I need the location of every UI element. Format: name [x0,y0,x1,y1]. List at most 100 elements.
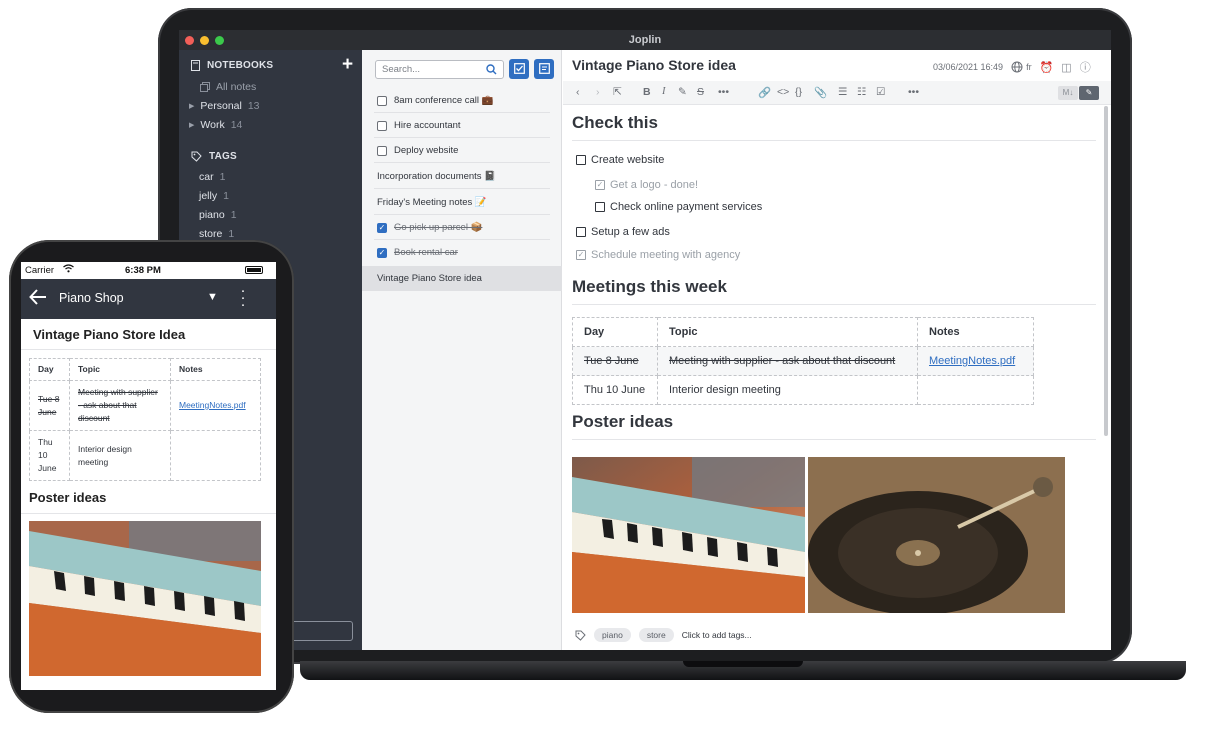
sidebar-item-work[interactable]: ▶ Work 14 [189,119,242,131]
table-row: Thu 10 June Interior design meeting [29,430,261,481]
sidebar-tag-piano[interactable]: piano 1 [199,209,237,221]
language-selector[interactable]: fr [1011,61,1032,73]
table-cell: Thu 10 June [572,375,658,405]
task-label: Schedule meeting with agency [591,249,741,261]
task-label: Check online payment services [610,201,763,213]
stage: Joplin NOTEBOOKS + All notes ▶ Personal … [0,0,1205,734]
todo-checkbox-checked[interactable]: ✓ [377,222,387,233]
note-list-item[interactable]: Incorporation documents 📓 [362,164,562,189]
external-link-icon[interactable]: ⇱ [613,86,622,98]
editor-toolbar: ‹ › ⇱ B I ✎ S ••• 🔗 <> {} 📎 ☰ ☷ ☑ ••• M↓… [563,81,1111,105]
attachment-link[interactable]: MeetingNotes.pdf [179,400,246,410]
attachment-icon[interactable]: 📎 [814,86,827,99]
todo-checkbox[interactable] [377,145,387,156]
task-checkbox[interactable] [595,202,605,212]
highlight-icon[interactable]: ✎ [678,86,687,98]
forward-icon[interactable]: › [596,86,600,98]
expand-caret-icon[interactable]: ▶ [189,102,194,110]
strikethrough-icon[interactable]: S [697,86,704,98]
desktop-app-window: Joplin NOTEBOOKS + All notes ▶ Personal … [179,30,1111,650]
note-meta: 03/06/2021 16:49 fr ⏰ ◫ ⓘ [933,59,1091,75]
todo-checkbox[interactable] [377,95,387,106]
sidebar-tag-store[interactable]: store 1 [199,228,234,240]
note-title-field[interactable]: Vintage Piano Store idea [572,57,736,73]
code-icon[interactable]: <> [777,86,789,98]
markdown-mode-icon[interactable]: M↓ [1058,86,1078,100]
task-item[interactable]: ✓ Schedule meeting with agency [576,249,740,261]
wifi-icon [63,264,74,276]
table-header: Topic [657,317,918,347]
table-row: Tue 8 June Meeting with supplier - ask a… [572,346,1034,376]
back-arrow-icon[interactable] [29,289,47,310]
add-notebook-button[interactable]: + [342,54,353,76]
layout-icon[interactable]: ◫ [1061,61,1071,74]
tag-label: car [199,171,214,183]
bullet-list-icon[interactable]: ☰ [838,86,847,98]
note-list-item[interactable]: ✓ Go pick up parcel 📦 [362,215,562,240]
editor-scrollbar[interactable] [1104,106,1108,436]
sidebar-tag-jelly[interactable]: jelly 1 [199,190,229,202]
meetings-table: Day Topic Notes Tue 8 June Meeting with … [572,317,1034,405]
task-label: Get a logo - done! [610,179,699,191]
dropdown-arrow-icon[interactable]: ▼ [207,291,218,303]
todo-checkbox[interactable] [377,120,387,131]
note-list-item[interactable]: 8am conference call 💼 [362,88,562,113]
tag-chip[interactable]: piano [594,628,631,642]
notebooks-header[interactable]: NOTEBOOKS [191,60,273,71]
sidebar-item-personal[interactable]: ▶ Personal 13 [189,100,260,112]
tag-chip[interactable]: store [638,628,674,642]
note-title: Incorporation documents 📓 [377,171,497,182]
bold-icon[interactable]: B [643,86,651,98]
note-list-item-selected[interactable]: Vintage Piano Store idea [362,266,562,291]
italic-icon[interactable]: I [662,86,666,97]
search-icon[interactable] [486,62,497,80]
note-list-item[interactable]: ✓ Book rental car [362,240,562,265]
task-checkbox[interactable] [576,227,586,237]
search-input[interactable]: Search... [375,60,504,79]
note-list-item[interactable]: Friday's Meeting notes 📝 [362,190,562,215]
sidebar-item-all-notes[interactable]: All notes [200,81,256,93]
task-item[interactable]: ✓ Get a logo - done! [595,179,698,191]
divider [572,304,1096,305]
tags-header[interactable]: TAGS [191,151,237,162]
note-list-item[interactable]: Hire accountant [362,113,562,138]
table-cell [170,430,261,481]
rich-text-mode-icon[interactable]: ✎ [1079,86,1099,100]
task-checkbox-checked[interactable]: ✓ [576,250,586,260]
mobile-note-title[interactable]: Vintage Piano Store Idea [33,327,185,342]
more-options-icon[interactable]: ••• [908,86,919,98]
tag-label: piano [199,209,225,221]
task-item[interactable]: Check online payment services [595,201,762,213]
task-checkbox[interactable] [576,155,586,165]
note-icon [538,63,550,74]
todo-checkbox-checked[interactable]: ✓ [377,247,387,258]
link-icon[interactable]: 🔗 [758,86,771,99]
add-tags-button[interactable]: Click to add tags... [682,630,752,640]
all-notes-icon [200,82,210,92]
task-checkbox-checked[interactable]: ✓ [595,180,605,190]
note-list-item[interactable]: Deploy website [362,138,562,163]
expand-caret-icon[interactable]: ▶ [189,121,194,129]
tag-label: store [199,228,223,240]
task-item[interactable]: Setup a few ads [576,226,670,238]
table-row: Tue 8 June Meeting with supplier - ask a… [29,380,261,431]
checklist-icon[interactable]: ☑ [876,86,885,98]
heading-poster-ideas: Poster ideas [572,412,674,431]
numbered-list-icon[interactable]: ☷ [857,86,866,98]
mobile-app-bar: Piano Shop ▼ · · · [21,279,276,319]
code-block-icon[interactable]: {} [795,86,802,98]
divider [572,439,1096,440]
more-icon[interactable]: ••• [718,86,729,98]
back-icon[interactable]: ‹ [576,86,580,98]
overflow-menu-icon[interactable]: · · · [240,283,246,312]
info-icon[interactable]: ⓘ [1080,59,1091,75]
mobile-heading-poster[interactable]: Poster ideas [29,490,106,505]
attachment-link[interactable]: MeetingNotes.pdf [929,355,1015,367]
task-item[interactable]: Create website [576,154,664,166]
mobile-app-screen: Carrier 6:38 PM Piano Shop ▼ · · · Vintage… [21,262,276,690]
laptop-base [300,661,1186,680]
sidebar-tag-car[interactable]: car 1 [199,171,225,183]
new-note-button[interactable] [534,59,554,79]
new-todo-button[interactable] [509,59,529,79]
alarm-icon[interactable]: ⏰ [1040,61,1054,74]
